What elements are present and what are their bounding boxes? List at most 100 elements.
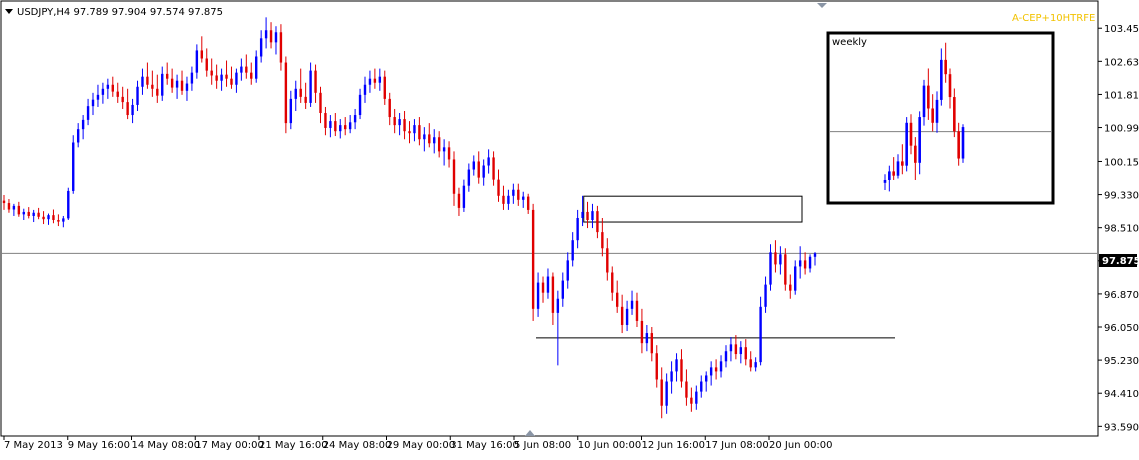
candle-body [121, 96, 124, 103]
candle-body [205, 58, 208, 71]
candle-body [309, 70, 312, 103]
y-tick-label: 95.230 [1104, 356, 1139, 367]
candle-body [289, 98, 293, 124]
y-tick-label: 94.410 [1104, 389, 1139, 400]
weekly-candle-body [961, 127, 965, 159]
y-tick-label: 100.150 [1104, 157, 1139, 168]
candle-body [596, 211, 599, 233]
candle-body [625, 308, 629, 325]
candle-body [705, 375, 708, 382]
x-tick-label: 21 May 16:00 [259, 440, 328, 451]
candle-body [185, 83, 189, 91]
candle-body [522, 196, 525, 200]
candle-body [368, 78, 372, 85]
candle-body [779, 254, 782, 265]
candle-body [442, 147, 446, 152]
time-axis: 7 May 2013 9 May 16:00 14 May 08:0017 May … [3, 436, 833, 451]
candle-body [96, 94, 100, 100]
candle-body [319, 92, 322, 114]
candle-body [536, 282, 540, 309]
candle-body [210, 70, 213, 76]
candle-body [670, 371, 673, 382]
candle-body [492, 157, 495, 180]
candle-body [373, 78, 377, 83]
candle-body [175, 80, 179, 88]
candle-body [586, 211, 589, 221]
candle-body [42, 216, 45, 220]
bear-candle [284, 56, 288, 134]
y-tick-label: 100.990 [1104, 124, 1139, 135]
candle-body [502, 195, 505, 204]
candle-body [17, 205, 21, 215]
candle-body [798, 260, 802, 267]
candle-body [339, 125, 342, 132]
weekly-candle-body [892, 171, 895, 176]
x-tick-label: 29 May 00:00 [387, 440, 456, 451]
candle-body [111, 84, 114, 92]
candle-body [146, 76, 149, 85]
weekly-inset[interactable]: weekly [826, 31, 1055, 205]
weekly-candle-body [927, 85, 930, 109]
candle-body [27, 211, 30, 216]
candle-body [714, 367, 718, 372]
candle-body [437, 137, 441, 152]
candle-body [334, 121, 337, 132]
x-tick-label: 10 Jun 00:00 [578, 440, 642, 451]
y-tick-label: 98.510 [1104, 224, 1139, 235]
current-price-tag-label: 97.875 [1102, 256, 1139, 267]
candle-body [803, 260, 807, 269]
candle-body [141, 76, 144, 87]
candle-body [215, 75, 218, 81]
candle-body [170, 78, 174, 88]
x-tick-label: 7 May 2013 [4, 440, 63, 451]
candle-body [581, 211, 584, 218]
candle-body [784, 254, 787, 285]
candle-body [472, 161, 475, 170]
weekly-candle-body [914, 145, 917, 163]
candle-body [388, 98, 391, 118]
candle-body [457, 193, 461, 208]
candle-body [571, 240, 574, 261]
candle-body [744, 347, 747, 360]
bull-candle [759, 296, 762, 366]
weekly-candle-body [888, 171, 891, 180]
y-tick-label: 103.450 [1104, 24, 1139, 35]
candle-body [240, 66, 243, 73]
candle-body [37, 212, 40, 217]
candle-body [156, 88, 159, 96]
symbol-ohlc-line: USDJPY,H4 97.789 97.904 97.574 97.875 [17, 7, 223, 18]
candle-body [47, 215, 50, 220]
y-tick-label: 96.870 [1104, 290, 1139, 301]
candle-body [91, 99, 95, 107]
candle-body [72, 142, 75, 191]
weekly-candle-body [896, 161, 900, 176]
x-tick-label: 5 Jun 08:00 [514, 440, 571, 451]
candle-body [161, 73, 164, 96]
x-tick-label: 31 May 16:00 [450, 440, 519, 451]
weekly-candle-body [940, 59, 943, 100]
bull-candle [72, 135, 75, 194]
bear-candle [784, 248, 787, 291]
candle-body [86, 106, 90, 120]
candle-body [709, 367, 713, 376]
candle-body [482, 165, 485, 178]
candle-body [561, 280, 564, 299]
candlestick-chart[interactable]: 103.450 102.630 101.810 100.990 100.150 99.33… [0, 0, 1139, 456]
current-price-tag: 97.875 [1099, 254, 1139, 267]
candle-body [452, 159, 456, 194]
candle-body [517, 189, 520, 200]
weekly-candle-body [944, 59, 947, 75]
candle-body [126, 102, 129, 116]
candle-body [447, 147, 451, 160]
candle-body [487, 157, 490, 166]
weekly-bull-candle [905, 117, 908, 172]
candle-body [774, 252, 777, 265]
candle-body [32, 212, 35, 216]
candle-body [220, 74, 223, 81]
candle-body [497, 179, 500, 196]
candle-body [690, 397, 693, 404]
candle-body [813, 253, 817, 257]
candle-body [62, 218, 65, 222]
candle-body [7, 203, 11, 210]
candle-body [195, 50, 199, 73]
